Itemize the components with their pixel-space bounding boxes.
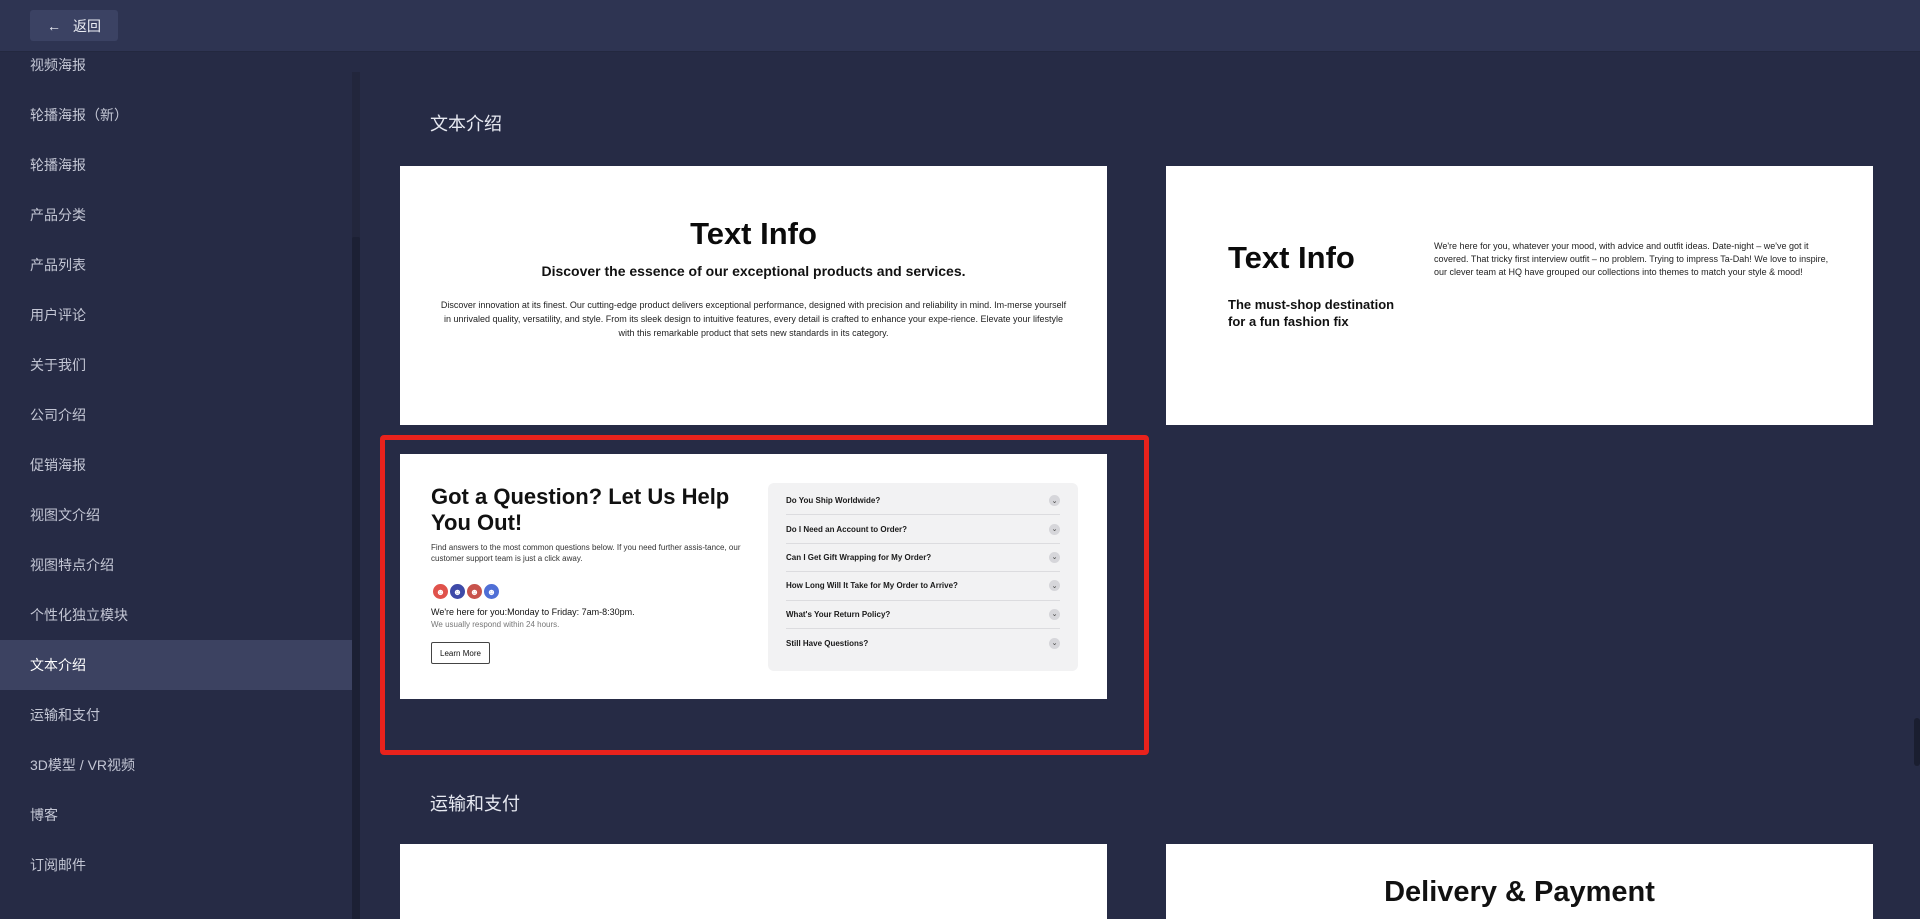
chevron-down-icon: ⌄ [1049, 551, 1060, 563]
faq-item: Can I Get Gift Wrapping for My Order? ⌄ [786, 544, 1060, 573]
faq-item: What's Your Return Policy? ⌄ [786, 601, 1060, 629]
sidebar-item-label: 用户评论 [30, 307, 86, 323]
card-title: Text Info [1228, 240, 1355, 275]
sidebar-scrollbar-thumb[interactable] [352, 237, 360, 919]
faq-item: Do I Need an Account to Order? ⌄ [786, 515, 1060, 544]
sidebar-item-label: 产品分类 [30, 207, 86, 223]
chevron-down-icon: ⌄ [1049, 637, 1060, 649]
sidebar-item-label: 个性化独立模块 [30, 607, 128, 623]
chevron-down-icon: ⌄ [1049, 580, 1060, 592]
main-scrollbar-thumb[interactable] [1914, 718, 1920, 766]
avatar-group: ☻ ☻ ☻ ☻ [431, 582, 501, 601]
back-button[interactable]: ← 返回 [30, 10, 118, 41]
faq-question: How Long Will It Take for My Order to Ar… [786, 581, 958, 591]
faq-list: Do You Ship Worldwide? ⌄ Do I Need an Acc… [768, 483, 1078, 671]
sidebar-item[interactable]: 轮播海报（新） [0, 90, 353, 140]
sidebar-item[interactable]: 轮播海报 [0, 140, 353, 190]
faq-item: How Long Will It Take for My Order to Ar… [786, 572, 1060, 601]
sidebar-list: 视频海报 轮播海报（新） 轮播海报 产品分类 产品列表 用户评论 关于我们 公司… [0, 52, 353, 890]
response-time: We usually respond within 24 hours. [431, 620, 560, 629]
sidebar-item-label: 博客 [30, 807, 58, 823]
sidebar-item-label: 促销海报 [30, 457, 86, 473]
faq-question: Can I Get Gift Wrapping for My Order? [786, 552, 932, 562]
sidebar-item[interactable]: 产品分类 [0, 190, 353, 240]
card-title: Delivery & Payment [1384, 876, 1655, 908]
faq-item: Do You Ship Worldwide? ⌄ [786, 487, 1060, 516]
arrow-left-icon: ← [47, 17, 61, 34]
sidebar-item-label: 轮播海报 [30, 157, 86, 173]
sidebar-item[interactable]: 关于我们 [0, 340, 353, 390]
sidebar-item-label: 视频海报 [30, 57, 86, 73]
template-card[interactable]: Text Info Discover the essence of our ex… [400, 166, 1107, 425]
template-card[interactable]: Text Info The must-shop destination for … [1166, 166, 1873, 425]
sidebar-item-label: 文本介绍 [30, 657, 86, 673]
chevron-down-icon: ⌄ [1049, 608, 1060, 620]
template-card[interactable]: Delivery & Payment [1166, 844, 1873, 919]
sidebar-item[interactable]: 个性化独立模块 [0, 590, 353, 640]
sidebar-item[interactable]: 运输和支付 [0, 690, 353, 740]
card-subtitle: Discover the essence of our exceptional … [541, 263, 966, 279]
back-button-label: 返回 [73, 17, 101, 34]
sidebar-item[interactable]: 促销海报 [0, 440, 353, 490]
sidebar-item-label: 产品列表 [30, 257, 86, 273]
template-card[interactable] [400, 844, 1107, 919]
sidebar-item-label: 视图特点介绍 [30, 557, 114, 573]
sidebar-item-label: 轮播海报（新） [30, 107, 128, 123]
section-title: 运输和支付 [430, 794, 520, 814]
sidebar: 视频海报 轮播海报（新） 轮播海报 产品分类 产品列表 用户评论 关于我们 公司… [0, 52, 360, 919]
faq-question: Do You Ship Worldwide? [786, 496, 881, 506]
sidebar-item[interactable]: 3D模型 / VR视频 [0, 740, 353, 790]
support-hours: We're here for you:Monday to Friday: 7am… [431, 607, 635, 617]
template-gallery: 文本介绍 Text Info Discover the essence of o… [360, 52, 1920, 919]
template-card-selected[interactable]: Got a Question? Let Us Help You Out! Fin… [400, 454, 1107, 699]
sidebar-item[interactable]: 订阅邮件 [0, 840, 353, 890]
chevron-down-icon: ⌄ [1049, 523, 1060, 535]
sidebar-item-label: 订阅邮件 [30, 857, 86, 873]
sidebar-item[interactable]: 公司介绍 [0, 390, 353, 440]
sidebar-item[interactable]: 产品列表 [0, 240, 353, 290]
faq-question: Do I Need an Account to Order? [786, 524, 908, 534]
faq-question: What's Your Return Policy? [786, 609, 891, 619]
faq-question: Still Have Questions? [786, 638, 869, 648]
sidebar-item[interactable]: 视频海报 [0, 52, 353, 90]
sidebar-item-label: 运输和支付 [30, 707, 100, 723]
section-title: 文本介绍 [430, 114, 502, 134]
card-body: Discover innovation at its finest. Our c… [440, 300, 1067, 338]
chevron-down-icon: ⌄ [1049, 495, 1060, 507]
sidebar-item-label: 视图文介绍 [30, 507, 100, 523]
sidebar-item[interactable]: 用户评论 [0, 290, 353, 340]
faq-item: Still Have Questions? ⌄ [786, 629, 1060, 657]
sidebar-item[interactable]: 视图特点介绍 [0, 540, 353, 590]
top-bar: ← 返回 [0, 0, 1920, 52]
faq-description: Find answers to the most common question… [431, 543, 741, 563]
sidebar-item-label: 关于我们 [30, 357, 86, 373]
card-title: Text Info [690, 216, 817, 251]
sidebar-item[interactable]: 博客 [0, 790, 353, 840]
learn-more-button: Learn More [431, 642, 490, 664]
faq-title: Got a Question? Let Us Help You Out! [431, 484, 730, 535]
avatar: ☻ [482, 582, 501, 601]
sidebar-item[interactable]: 视图文介绍 [0, 490, 353, 540]
sidebar-item-label: 公司介绍 [30, 407, 86, 423]
sidebar-item-active[interactable]: 文本介绍 [0, 640, 353, 690]
card-body: We're here for you, whatever your mood, … [1434, 241, 1829, 277]
sidebar-item-label: 3D模型 / VR视频 [30, 757, 136, 773]
card-subtitle: The must-shop destination for a fun fash… [1228, 297, 1395, 329]
